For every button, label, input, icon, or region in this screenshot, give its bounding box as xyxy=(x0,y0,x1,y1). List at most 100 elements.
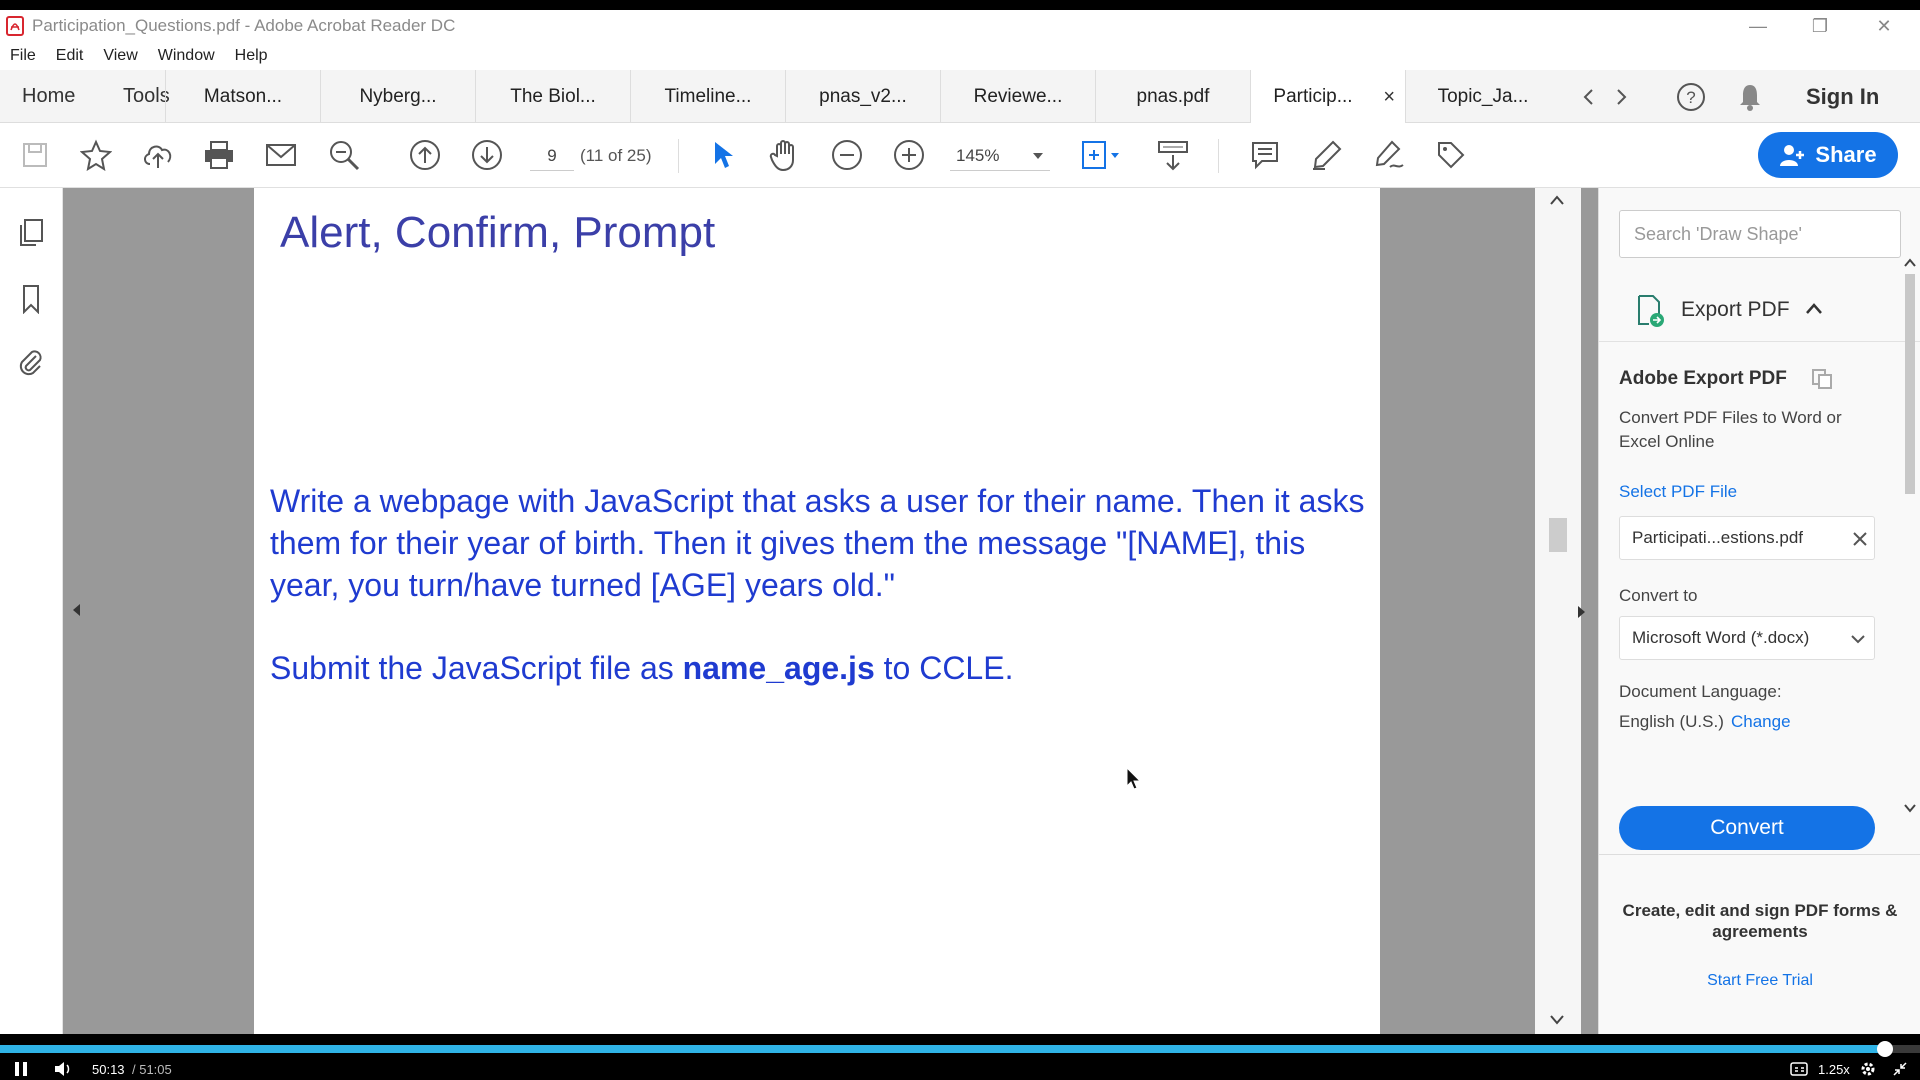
promo-text: Create, edit and sign PDF forms & agreem… xyxy=(1622,901,1898,941)
pdf-submit-line: Submit the JavaScript file as name_age.j… xyxy=(270,650,1013,687)
expand-right-panel-icon[interactable] xyxy=(1576,602,1588,622)
doc-tab[interactable]: Nyberg... xyxy=(320,70,475,123)
scroll-mode-icon[interactable] xyxy=(1154,136,1192,174)
search-zoom-icon[interactable] xyxy=(325,136,363,174)
close-window-button[interactable]: ✕ xyxy=(1854,10,1914,42)
close-tab-icon[interactable]: × xyxy=(1383,86,1395,109)
convert-to-select[interactable]: Microsoft Word (*.docx) xyxy=(1619,616,1875,660)
menu-edit[interactable]: Edit xyxy=(46,47,94,65)
next-page-icon[interactable] xyxy=(468,136,506,174)
upload-cloud-icon[interactable] xyxy=(139,136,177,174)
scroll-down-icon[interactable] xyxy=(1549,1014,1565,1026)
comment-icon[interactable] xyxy=(1246,136,1284,174)
progress-handle[interactable] xyxy=(1877,1041,1894,1057)
home-tab[interactable]: Home xyxy=(22,70,75,123)
save-icon[interactable] xyxy=(16,136,54,174)
zoom-level-select[interactable]: 145% xyxy=(950,141,1050,171)
doc-tab-label: pnas_v2... xyxy=(819,85,907,107)
volume-icon[interactable] xyxy=(54,1058,72,1080)
convert-to-value: Microsoft Word (*.docx) xyxy=(1632,628,1810,647)
bookmark-star-icon[interactable] xyxy=(77,136,115,174)
start-free-trial-link[interactable]: Start Free Trial xyxy=(1619,972,1901,990)
document-language-value: English (U.S.) xyxy=(1619,712,1724,731)
title-bar: Participation_Questions.pdf - Adobe Acro… xyxy=(0,10,1920,42)
window-title: Participation_Questions.pdf - Adobe Acro… xyxy=(32,16,456,35)
email-icon[interactable] xyxy=(262,136,300,174)
export-heading: Adobe Export PDF xyxy=(1619,368,1787,389)
doc-tab-label: Reviewe... xyxy=(973,85,1063,107)
scroll-up-icon[interactable] xyxy=(1549,194,1565,206)
scroll-thumb[interactable] xyxy=(1905,274,1915,494)
help-icon[interactable]: ? xyxy=(1673,70,1709,123)
doc-tab-active[interactable]: Particip... × xyxy=(1250,70,1405,124)
convert-button[interactable]: Convert xyxy=(1619,806,1875,850)
menu-view[interactable]: View xyxy=(93,47,147,65)
add-person-icon xyxy=(1780,145,1805,166)
svg-text:?: ? xyxy=(1686,88,1695,107)
menu-help[interactable]: Help xyxy=(225,47,278,65)
toolbar-divider xyxy=(678,139,679,173)
copy-files-icon[interactable] xyxy=(1811,368,1835,390)
fit-page-icon[interactable] xyxy=(1076,136,1126,174)
doc-tab[interactable]: The Biol... xyxy=(475,70,630,123)
doc-tab[interactable]: pnas.pdf xyxy=(1095,70,1250,123)
doc-tab-label: pnas.pdf xyxy=(1136,85,1210,107)
doc-tab[interactable]: Matson... xyxy=(165,70,320,123)
submit-prefix: Submit the JavaScript file as xyxy=(270,650,683,686)
scroll-down-icon[interactable] xyxy=(1904,803,1916,813)
page-thumbnails-icon[interactable] xyxy=(16,218,46,248)
print-icon[interactable] xyxy=(200,136,238,174)
scroll-thumb[interactable] xyxy=(1549,518,1567,552)
doc-tab[interactable]: Reviewe... xyxy=(940,70,1095,123)
export-pdf-header[interactable]: Export PDF xyxy=(1599,278,1920,342)
attachments-paperclip-icon[interactable] xyxy=(16,348,46,378)
highlight-pen-icon[interactable] xyxy=(1308,136,1346,174)
change-language-link[interactable]: Change xyxy=(1731,712,1791,732)
notification-bell-icon[interactable] xyxy=(1732,70,1768,123)
export-description: Convert PDF Files to Word or Excel Onlin… xyxy=(1619,408,1842,451)
document-scrollbar[interactable] xyxy=(1535,188,1581,1034)
menu-window[interactable]: Window xyxy=(148,47,225,65)
playback-speed[interactable]: 1.25x xyxy=(1818,1058,1850,1080)
tab-scroll-left-icon[interactable] xyxy=(1578,70,1600,123)
sign-icon[interactable] xyxy=(1370,136,1408,174)
pdf-title: Alert, Confirm, Prompt xyxy=(280,208,716,257)
page-number-input[interactable]: 9 xyxy=(530,141,574,171)
page-count: (11 of 25) xyxy=(580,146,652,165)
tool-search-input[interactable]: Search 'Draw Shape' xyxy=(1619,210,1901,258)
previous-page-icon[interactable] xyxy=(406,136,444,174)
share-button[interactable]: Share xyxy=(1758,132,1898,178)
export-pdf-label: Export PDF xyxy=(1681,297,1790,321)
captions-icon[interactable] xyxy=(1790,1058,1808,1080)
bookmarks-icon[interactable] xyxy=(16,284,46,315)
select-pdf-file-link[interactable]: Select PDF File xyxy=(1619,482,1737,502)
hand-tool-icon[interactable] xyxy=(766,136,804,174)
chevron-up-icon[interactable] xyxy=(1805,302,1823,316)
top-border xyxy=(0,0,1920,10)
sign-in-button[interactable]: Sign In xyxy=(1806,70,1879,123)
settings-gear-icon[interactable] xyxy=(1860,1058,1876,1080)
scroll-up-icon[interactable] xyxy=(1904,258,1916,268)
chevron-down-icon xyxy=(1033,152,1043,159)
submit-suffix: to CCLE. xyxy=(874,650,1014,686)
collapse-left-panel-icon[interactable] xyxy=(70,600,82,620)
tools-tab[interactable]: Tools xyxy=(123,70,170,123)
stamp-tag-icon[interactable] xyxy=(1432,136,1470,174)
mouse-cursor-icon xyxy=(1126,767,1142,790)
tab-scroll-right-icon[interactable] xyxy=(1610,70,1632,123)
doc-tab-label: Particip... xyxy=(1273,86,1353,107)
pause-icon[interactable] xyxy=(14,1058,28,1080)
select-cursor-icon[interactable] xyxy=(704,136,742,174)
zoom-in-icon[interactable] xyxy=(890,136,928,174)
menu-file[interactable]: File xyxy=(0,47,46,65)
remove-file-icon[interactable] xyxy=(1852,531,1868,547)
restore-button[interactable]: ❐ xyxy=(1790,10,1850,42)
doc-tab-label: Topic_Ja... xyxy=(1437,85,1529,107)
doc-tab[interactable]: pnas_v2... xyxy=(785,70,940,123)
fullscreen-exit-icon[interactable] xyxy=(1893,1058,1907,1080)
doc-tab[interactable]: Timeline... xyxy=(630,70,785,123)
minimize-button[interactable]: — xyxy=(1728,10,1788,42)
doc-tab[interactable]: Topic_Ja... xyxy=(1405,70,1560,123)
panel-scrollbar[interactable] xyxy=(1901,258,1919,858)
zoom-out-icon[interactable] xyxy=(828,136,866,174)
